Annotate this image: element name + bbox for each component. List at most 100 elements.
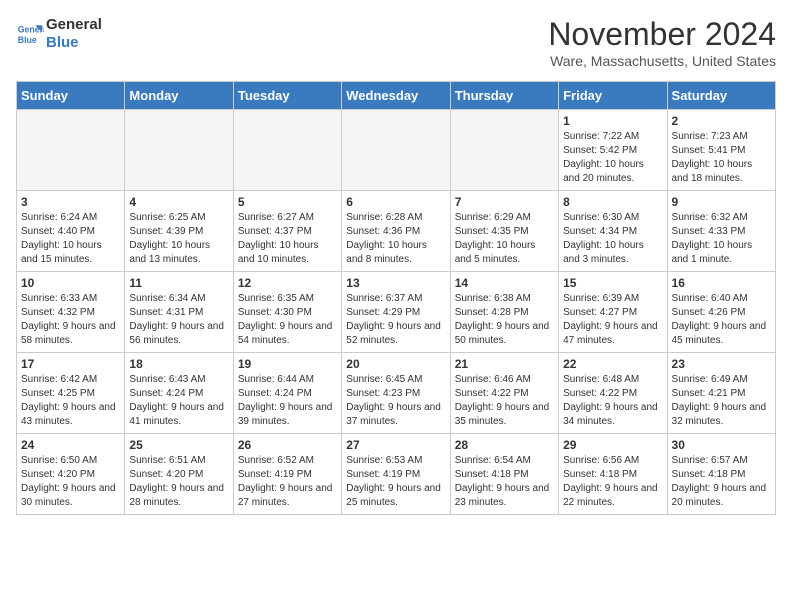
calendar-weekday-header: Friday [559, 82, 667, 110]
calendar-day-cell [450, 110, 558, 191]
day-info: Sunrise: 6:43 AM Sunset: 4:24 PM Dayligh… [129, 373, 228, 429]
svg-text:Blue: Blue [18, 35, 37, 45]
day-number: 30 [672, 438, 771, 452]
calendar-day-cell: 3Sunrise: 6:24 AM Sunset: 4:40 PM Daylig… [17, 191, 125, 272]
calendar-day-cell: 30 Sunrise: 6:57 AM Sunset: 4:18 PM Dayli… [667, 434, 775, 515]
day-info: Sunrise: 6:24 AM Sunset: 4:40 PM Dayligh… [21, 211, 120, 267]
calendar-week-row: 3Sunrise: 6:24 AM Sunset: 4:40 PM Daylig… [17, 191, 776, 272]
day-info: Sunrise: 6:32 AM Sunset: 4:33 PM Dayligh… [672, 211, 771, 267]
day-info: Sunrise: 6:37 AM Sunset: 4:29 PM Dayligh… [346, 292, 445, 348]
calendar-day-cell: 9 Sunrise: 6:32 AM Sunset: 4:33 PM Daylig… [667, 191, 775, 272]
calendar-day-cell: 17Sunrise: 6:42 AM Sunset: 4:25 PM Dayli… [17, 353, 125, 434]
calendar-day-cell: 6 Sunrise: 6:28 AM Sunset: 4:36 PM Daylig… [342, 191, 450, 272]
day-number: 25 [129, 438, 228, 452]
day-number: 7 [455, 195, 554, 209]
calendar-day-cell: 4Sunrise: 6:25 AM Sunset: 4:39 PM Daylig… [125, 191, 233, 272]
day-info: Sunrise: 6:29 AM Sunset: 4:35 PM Dayligh… [455, 211, 554, 267]
calendar-day-cell: 25Sunrise: 6:51 AM Sunset: 4:20 PM Dayli… [125, 434, 233, 515]
day-number: 20 [346, 357, 445, 371]
day-number: 29 [563, 438, 662, 452]
day-number: 9 [672, 195, 771, 209]
calendar-weekday-header: Sunday [17, 82, 125, 110]
day-number: 13 [346, 276, 445, 290]
calendar-day-cell: 21 Sunrise: 6:46 AM Sunset: 4:22 PM Dayli… [450, 353, 558, 434]
day-info: Sunrise: 6:38 AM Sunset: 4:28 PM Dayligh… [455, 292, 554, 348]
calendar-header-row: SundayMondayTuesdayWednesdayThursdayFrid… [17, 82, 776, 110]
day-info: Sunrise: 7:23 AM Sunset: 5:41 PM Dayligh… [672, 130, 771, 186]
day-number: 2 [672, 114, 771, 128]
calendar-day-cell: 22Sunrise: 6:48 AM Sunset: 4:22 PM Dayli… [559, 353, 667, 434]
day-number: 17 [21, 357, 120, 371]
day-number: 21 [455, 357, 554, 371]
day-info: Sunrise: 6:40 AM Sunset: 4:26 PM Dayligh… [672, 292, 771, 348]
day-info: Sunrise: 6:52 AM Sunset: 4:19 PM Dayligh… [238, 454, 337, 510]
day-number: 28 [455, 438, 554, 452]
month-title: November 2024 [548, 16, 776, 53]
logo: General Blue General Blue [16, 16, 102, 52]
day-number: 6 [346, 195, 445, 209]
calendar-table: SundayMondayTuesdayWednesdayThursdayFrid… [16, 81, 776, 515]
day-info: Sunrise: 6:50 AM Sunset: 4:20 PM Dayligh… [21, 454, 120, 510]
day-number: 16 [672, 276, 771, 290]
calendar-week-row: 17Sunrise: 6:42 AM Sunset: 4:25 PM Dayli… [17, 353, 776, 434]
day-number: 5 [238, 195, 337, 209]
calendar-weekday-header: Monday [125, 82, 233, 110]
calendar-day-cell: 14 Sunrise: 6:38 AM Sunset: 4:28 PM Dayli… [450, 272, 558, 353]
day-number: 26 [238, 438, 337, 452]
calendar-week-row: 10 Sunrise: 6:33 AM Sunset: 4:32 PM Dayli… [17, 272, 776, 353]
day-info: Sunrise: 6:39 AM Sunset: 4:27 PM Dayligh… [563, 292, 662, 348]
calendar-day-cell: 23Sunrise: 6:49 AM Sunset: 4:21 PM Dayli… [667, 353, 775, 434]
calendar-day-cell [125, 110, 233, 191]
day-number: 15 [563, 276, 662, 290]
header: General Blue General Blue November 2024 … [16, 16, 776, 69]
day-info: Sunrise: 6:33 AM Sunset: 4:32 PM Dayligh… [21, 292, 120, 348]
day-number: 4 [129, 195, 228, 209]
day-info: Sunrise: 6:44 AM Sunset: 4:24 PM Dayligh… [238, 373, 337, 429]
calendar-day-cell: 20 Sunrise: 6:45 AM Sunset: 4:23 PM Dayli… [342, 353, 450, 434]
calendar-body: 1 Sunrise: 7:22 AM Sunset: 5:42 PM Daylig… [17, 110, 776, 515]
calendar-weekday-header: Thursday [450, 82, 558, 110]
day-info: Sunrise: 6:53 AM Sunset: 4:19 PM Dayligh… [346, 454, 445, 510]
day-info: Sunrise: 6:34 AM Sunset: 4:31 PM Dayligh… [129, 292, 228, 348]
day-number: 23 [672, 357, 771, 371]
calendar-day-cell: 15 Sunrise: 6:39 AM Sunset: 4:27 PM Dayli… [559, 272, 667, 353]
day-info: Sunrise: 6:57 AM Sunset: 4:18 PM Dayligh… [672, 454, 771, 510]
day-info: Sunrise: 6:35 AM Sunset: 4:30 PM Dayligh… [238, 292, 337, 348]
day-info: Sunrise: 6:46 AM Sunset: 4:22 PM Dayligh… [455, 373, 554, 429]
day-number: 24 [21, 438, 120, 452]
day-info: Sunrise: 6:28 AM Sunset: 4:36 PM Dayligh… [346, 211, 445, 267]
day-number: 11 [129, 276, 228, 290]
day-info: Sunrise: 7:22 AM Sunset: 5:42 PM Dayligh… [563, 130, 662, 186]
calendar-day-cell [342, 110, 450, 191]
calendar-day-cell [233, 110, 341, 191]
calendar-day-cell: 5Sunrise: 6:27 AM Sunset: 4:37 PM Daylig… [233, 191, 341, 272]
calendar-day-cell: 19Sunrise: 6:44 AM Sunset: 4:24 PM Dayli… [233, 353, 341, 434]
calendar-day-cell: 27Sunrise: 6:53 AM Sunset: 4:19 PM Dayli… [342, 434, 450, 515]
day-number: 14 [455, 276, 554, 290]
day-info: Sunrise: 6:48 AM Sunset: 4:22 PM Dayligh… [563, 373, 662, 429]
calendar-day-cell: 7 Sunrise: 6:29 AM Sunset: 4:35 PM Daylig… [450, 191, 558, 272]
calendar-day-cell: 12Sunrise: 6:35 AM Sunset: 4:30 PM Dayli… [233, 272, 341, 353]
logo-icon: General Blue [16, 20, 44, 48]
day-number: 10 [21, 276, 120, 290]
calendar-weekday-header: Tuesday [233, 82, 341, 110]
calendar-day-cell: 13 Sunrise: 6:37 AM Sunset: 4:29 PM Dayli… [342, 272, 450, 353]
calendar-day-cell: 24 Sunrise: 6:50 AM Sunset: 4:20 PM Dayli… [17, 434, 125, 515]
day-info: Sunrise: 6:54 AM Sunset: 4:18 PM Dayligh… [455, 454, 554, 510]
calendar-day-cell: 10 Sunrise: 6:33 AM Sunset: 4:32 PM Dayli… [17, 272, 125, 353]
title-area: November 2024 Ware, Massachusetts, Unite… [548, 16, 776, 69]
calendar-day-cell: 2 Sunrise: 7:23 AM Sunset: 5:41 PM Daylig… [667, 110, 775, 191]
calendar-day-cell: 1 Sunrise: 7:22 AM Sunset: 5:42 PM Daylig… [559, 110, 667, 191]
calendar-day-cell: 11 Sunrise: 6:34 AM Sunset: 4:31 PM Dayli… [125, 272, 233, 353]
calendar-day-cell: 29 Sunrise: 6:56 AM Sunset: 4:18 PM Dayli… [559, 434, 667, 515]
day-info: Sunrise: 6:56 AM Sunset: 4:18 PM Dayligh… [563, 454, 662, 510]
calendar-day-cell: 26 Sunrise: 6:52 AM Sunset: 4:19 PM Dayli… [233, 434, 341, 515]
calendar-day-cell: 28 Sunrise: 6:54 AM Sunset: 4:18 PM Dayli… [450, 434, 558, 515]
day-info: Sunrise: 6:30 AM Sunset: 4:34 PM Dayligh… [563, 211, 662, 267]
calendar-week-row: 24 Sunrise: 6:50 AM Sunset: 4:20 PM Dayli… [17, 434, 776, 515]
calendar-day-cell: 18Sunrise: 6:43 AM Sunset: 4:24 PM Dayli… [125, 353, 233, 434]
calendar-day-cell: 8Sunrise: 6:30 AM Sunset: 4:34 PM Daylig… [559, 191, 667, 272]
logo-line1: General [46, 16, 102, 34]
day-info: Sunrise: 6:45 AM Sunset: 4:23 PM Dayligh… [346, 373, 445, 429]
day-number: 1 [563, 114, 662, 128]
